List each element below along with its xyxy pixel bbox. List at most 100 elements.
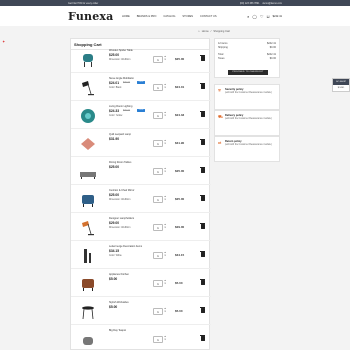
quantity-stepper[interactable]: ▲ ▼	[164, 112, 167, 119]
line-total: $5.00	[175, 309, 183, 313]
summary-value: $0.00	[269, 57, 276, 60]
lamp-icon[interactable]	[79, 79, 97, 97]
cart-summary: 12 items $242.41 Shipping $0.00 Total $2…	[214, 38, 280, 78]
trash-icon[interactable]	[200, 334, 205, 341]
flag-icon[interactable]: ✦	[2, 39, 5, 44]
quantity-stepper[interactable]: ▲ ▼	[164, 224, 167, 231]
trash-icon[interactable]	[200, 306, 205, 313]
product-name[interactable]: Big Day Teapot	[109, 329, 126, 332]
product-attribute: Dimension: 40x60cm	[109, 227, 131, 229]
cushion-icon[interactable]	[79, 135, 97, 153]
product-name[interactable]: Wooden Spider Table	[109, 49, 133, 52]
quantity-stepper[interactable]: ▲ ▼	[164, 56, 167, 63]
product-name[interactable]: Stylish Worksides	[109, 301, 129, 304]
quantity-stepper[interactable]: ▲ ▼	[164, 168, 167, 175]
armchair-icon[interactable]	[79, 275, 97, 293]
trash-icon[interactable]	[200, 54, 205, 61]
summary-label: Shipping	[218, 46, 228, 49]
cart-row: Lettermerge Decoration Items $34.15 Color:…	[71, 243, 211, 269]
line-total: $25.00	[175, 57, 185, 61]
product-name[interactable]: Lettermerge Decoration Items	[109, 245, 142, 248]
line-total: $24.33	[175, 113, 185, 117]
product-name[interactable]: Appliance Kitchen	[109, 273, 129, 276]
teapot-icon[interactable]	[79, 331, 97, 349]
trash-icon[interactable]	[200, 250, 205, 257]
trash-icon[interactable]	[200, 222, 205, 229]
policy-title: Security policy	[225, 88, 244, 91]
quantity-input[interactable]: 1	[153, 308, 163, 315]
quantity-input[interactable]: 1	[153, 196, 163, 203]
quantity-input[interactable]: 1	[153, 224, 163, 231]
side-widget-bottom[interactable]: $ USD	[333, 85, 349, 92]
product-price: $5.00	[109, 305, 118, 309]
cart-row: Living Room Lighting $24.33 $30.00 -25% Colo…	[71, 103, 211, 129]
product-attribute: Color: White	[109, 255, 122, 257]
quantity-input[interactable]: 1	[153, 140, 163, 147]
quantity-input[interactable]: 1	[153, 336, 163, 343]
sideboard-icon[interactable]	[79, 163, 97, 181]
quantity-stepper[interactable]: ▲ ▼	[164, 308, 167, 315]
side-widget[interactable]: GO SHOP $ USD	[332, 78, 350, 92]
checkout-button[interactable]: PROCEED TO CHECKOUT	[228, 70, 268, 75]
quantity-input[interactable]: 1	[153, 168, 163, 175]
policy-title: Return policy	[225, 140, 242, 143]
trash-icon[interactable]	[200, 166, 205, 173]
main-nav: HOME BRANDS & PRO CATALOG STORES CONTACT…	[122, 15, 247, 18]
product-name[interactable]: Cushion & Chair Mirror	[109, 189, 134, 192]
quantity-input[interactable]: 1	[153, 112, 163, 119]
quantity-stepper[interactable]: ▲ ▼	[164, 252, 167, 259]
cart-icon[interactable]: ⊔	[266, 14, 269, 19]
summary-label: Total	[218, 53, 224, 56]
quantity-stepper[interactable]: ▲ ▼	[164, 336, 167, 343]
quantity-stepper[interactable]: ▲ ▼	[164, 280, 167, 287]
quantity-input[interactable]: 1	[153, 252, 163, 259]
cart-row: Designer Lampholders $29.00 Dimension: 40x…	[71, 215, 211, 241]
chair-icon[interactable]	[79, 51, 97, 69]
cart-amount[interactable]: $242.41	[273, 15, 282, 18]
vase-icon[interactable]	[79, 247, 97, 265]
product-name[interactable]: Dining Room Tables	[109, 161, 131, 164]
logo[interactable]: Funexa	[68, 10, 122, 23]
lamp-icon[interactable]	[79, 219, 97, 237]
product-price: $34.15	[109, 249, 120, 253]
nav-brands[interactable]: BRANDS & PRO	[137, 15, 157, 18]
user-icon[interactable]: ◯	[252, 14, 256, 19]
quantity-stepper[interactable]: ▲ ▼	[164, 84, 167, 91]
search-icon[interactable]: ⌕	[247, 14, 249, 19]
pendant-icon[interactable]	[79, 107, 97, 125]
product-price: $24.33	[109, 109, 120, 113]
product-name[interactable]: Quilt Leopard Lamp	[109, 133, 131, 136]
product-name[interactable]: Designer Lampholders	[109, 217, 134, 220]
quantity-input[interactable]: 1	[153, 280, 163, 287]
cart-row: Steve Angle Mobiliario $24.01 $30.00 -20% Co…	[71, 75, 211, 101]
quantity-input[interactable]: 1	[153, 84, 163, 91]
breadcrumb-home[interactable]: Home	[202, 30, 209, 33]
armchair-icon[interactable]	[79, 191, 97, 209]
nav-home[interactable]: HOME	[122, 15, 130, 18]
product-price: $24.01	[109, 81, 120, 85]
product-name[interactable]: Living Room Lighting	[109, 105, 132, 108]
nav-catalog[interactable]: CATALOG	[163, 15, 175, 18]
phone-text[interactable]: (00) 123 456 7891	[240, 2, 260, 5]
wishlist-icon[interactable]: ♡	[260, 14, 264, 19]
quantity-stepper[interactable]: ▲ ▼	[164, 196, 167, 203]
trash-icon[interactable]	[200, 82, 205, 89]
product-price: $5.00	[109, 277, 118, 281]
shield-icon: ⛨	[218, 88, 221, 93]
nav-contact[interactable]: CONTACT US	[200, 15, 217, 18]
nav-stores[interactable]: STORES	[182, 15, 193, 18]
trash-icon[interactable]	[200, 278, 205, 285]
home-icon: ⌂	[198, 29, 200, 33]
old-price: $30.00	[123, 82, 131, 84]
trash-icon[interactable]	[200, 110, 205, 117]
trash-icon[interactable]	[200, 138, 205, 145]
quantity-stepper[interactable]: ▲ ▼	[164, 140, 167, 147]
stool-icon[interactable]	[79, 303, 97, 321]
trash-icon[interactable]	[200, 194, 205, 201]
delivery-policy: ⛟ Delivery policy (edit with the Custome…	[214, 110, 280, 136]
email-text[interactable]: demo@demo.com	[262, 2, 282, 5]
product-name[interactable]: Steve Angle Mobiliario	[109, 77, 134, 80]
discount-badge: -25%	[137, 109, 145, 113]
summary-label: 12 items	[218, 42, 228, 45]
quantity-input[interactable]: 1	[153, 56, 163, 63]
